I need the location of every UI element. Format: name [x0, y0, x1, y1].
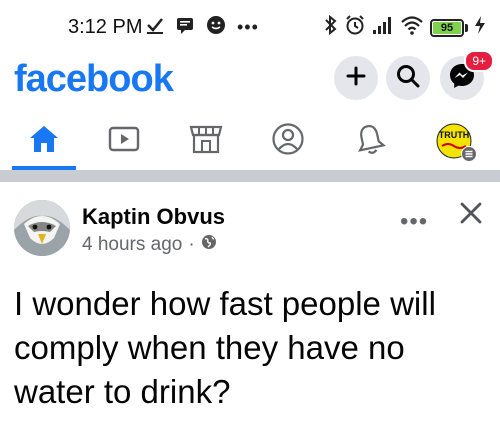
- globe-icon: [201, 234, 217, 256]
- post-time[interactable]: 4 hours ago: [82, 234, 182, 256]
- messenger-button[interactable]: 9+: [440, 50, 494, 100]
- author-avatar[interactable]: [14, 200, 70, 256]
- tab-profile[interactable]: [258, 110, 318, 172]
- status-bar: 3:12 PM ••• 95: [0, 0, 500, 50]
- section-divider: [0, 170, 500, 182]
- tab-watch[interactable]: [94, 110, 154, 172]
- post-text: I wonder how fast people will comply whe…: [14, 285, 436, 410]
- tab-bar: TRUTH: [0, 110, 500, 172]
- status-time: 3:12 PM: [68, 16, 143, 38]
- charging-icon: [474, 15, 486, 40]
- search-button[interactable]: [386, 56, 430, 100]
- post-meta: 4 hours ago ·: [82, 234, 217, 256]
- messenger-badge: 9+: [464, 50, 494, 72]
- signal-icon: [372, 15, 394, 40]
- marketplace-icon: [188, 123, 224, 160]
- close-icon: [458, 202, 484, 230]
- bluetooth-icon: [324, 14, 338, 41]
- more-notifications-icon: •••: [237, 17, 259, 37]
- more-icon: •••: [400, 208, 429, 235]
- home-icon: [27, 123, 61, 160]
- app-header: facebook 9+: [0, 50, 500, 108]
- search-icon: [395, 63, 421, 94]
- author-name[interactable]: Kaptin Obvus: [82, 204, 225, 230]
- tab-marketplace[interactable]: [176, 110, 236, 172]
- svg-text:TRUTH: TRUTH: [439, 130, 470, 140]
- check-icon: [145, 15, 165, 40]
- menu-avatar-icon: TRUTH: [435, 122, 477, 162]
- more-options-button[interactable]: •••: [400, 208, 428, 236]
- bell-icon: [354, 122, 387, 161]
- smiley-icon: [205, 14, 227, 41]
- battery-indicator: 95: [430, 18, 468, 37]
- tab-menu[interactable]: TRUTH: [424, 110, 484, 172]
- meta-separator: ·: [188, 234, 195, 255]
- tab-notifications[interactable]: [340, 110, 400, 172]
- tab-home[interactable]: [14, 110, 74, 172]
- hide-post-button[interactable]: [458, 200, 484, 231]
- battery-level: 95: [433, 21, 461, 34]
- plus-icon: [344, 64, 368, 93]
- watch-icon: [107, 125, 141, 158]
- wifi-icon: [400, 15, 424, 40]
- status-right-icons: 95: [324, 14, 486, 41]
- post-card: Kaptin Obvus 4 hours ago · ••• I wonder …: [0, 182, 500, 443]
- facebook-logo[interactable]: facebook: [14, 58, 174, 101]
- status-left-icons: •••: [145, 14, 259, 41]
- message-icon: [175, 15, 195, 40]
- profile-icon: [271, 122, 305, 161]
- alarm-icon: [344, 14, 366, 41]
- create-button[interactable]: [334, 56, 378, 100]
